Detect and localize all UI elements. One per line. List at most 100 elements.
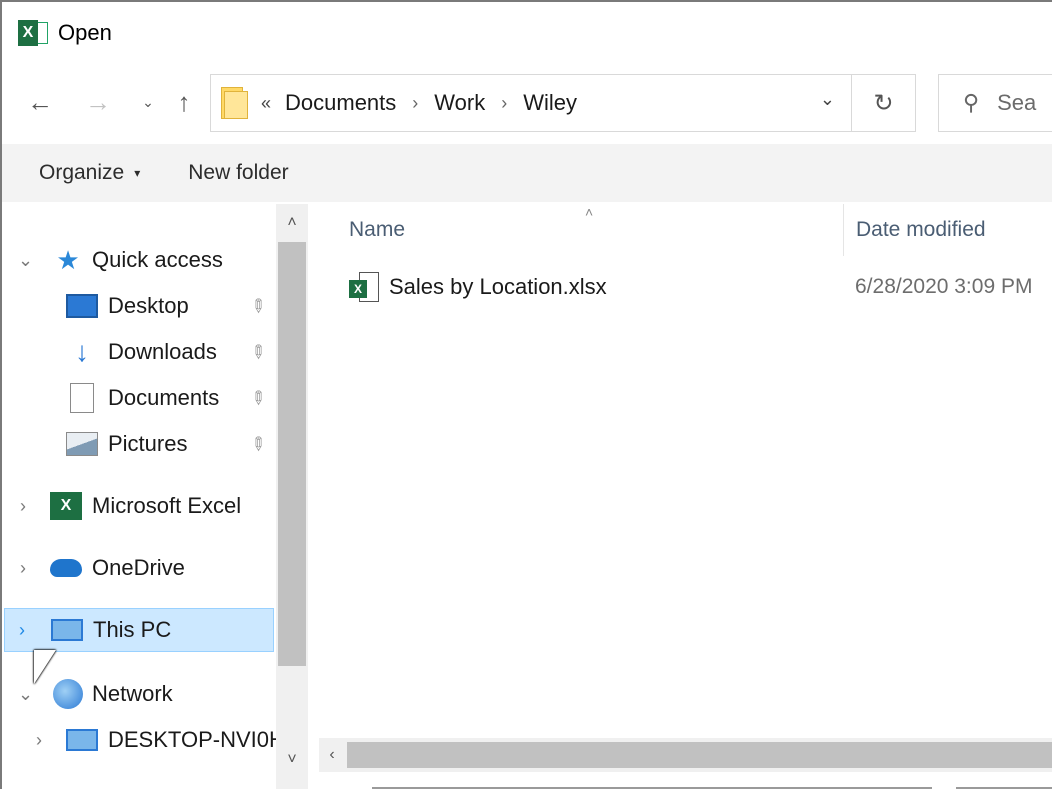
- excel-icon: X: [50, 490, 82, 522]
- sidebar-item-onedrive[interactable]: › OneDrive: [10, 546, 276, 590]
- sidebar-item-label: Quick access: [92, 247, 223, 272]
- star-icon: ★: [52, 244, 84, 276]
- up-button[interactable]: ↑: [166, 84, 202, 120]
- pin-icon: ✎: [245, 293, 271, 319]
- excel-file-icon: X: [349, 272, 379, 302]
- search-placeholder: Sea: [997, 90, 1037, 115]
- breadcrumb-overflow-button[interactable]: «: [261, 93, 271, 114]
- pictures-icon: [66, 428, 98, 460]
- sidebar-item-label: Documents: [108, 385, 220, 410]
- chevron-right-icon[interactable]: ›: [19, 620, 25, 641]
- pin-icon: ✎: [245, 339, 271, 365]
- breadcrumb-work[interactable]: Work: [434, 90, 485, 116]
- sidebar-item-label: Desktop: [108, 293, 189, 318]
- breadcrumb-separator-icon[interactable]: ›: [501, 93, 507, 114]
- excel-icon-badge: X: [18, 20, 38, 46]
- navigation-pane-scrollbar[interactable]: ˄ ˅: [276, 204, 308, 789]
- scroll-down-button[interactable]: ˅: [276, 747, 308, 773]
- file-name: Sales by Location.xlsx: [389, 274, 607, 299]
- address-row: ← → ⌄ ↑ « Documents › Work › Wiley ⌄ ↻ ⚲…: [2, 72, 1052, 132]
- folder-icon-front: [224, 91, 248, 119]
- excel-icon: X: [18, 18, 48, 48]
- up-arrow-icon: ↑: [177, 86, 191, 117]
- download-icon: ↓: [66, 336, 98, 368]
- desktop-shape: [66, 294, 98, 318]
- scroll-thumb[interactable]: [278, 242, 306, 666]
- forward-button[interactable]: →: [80, 84, 116, 120]
- chevron-right-icon[interactable]: ›: [36, 730, 42, 751]
- column-header-date-modified[interactable]: Date modified: [843, 204, 1052, 256]
- computer-icon: [66, 724, 98, 756]
- organize-label: Organize: [39, 161, 125, 184]
- desktop-icon: [66, 290, 98, 322]
- open-dialog: X Open ← → ⌄ ↑ « Documents › Work › Wile…: [0, 0, 1052, 789]
- sidebar-item-this-pc[interactable]: › This PC: [4, 608, 274, 652]
- sidebar-item-label: OneDrive: [92, 555, 185, 580]
- mouse-cursor-icon: [34, 650, 56, 684]
- sidebar-item-label: DESKTOP-NVI0H: [108, 727, 276, 752]
- chevron-down-icon: ⌄: [142, 93, 154, 110]
- file-list-horizontal-scrollbar[interactable]: ‹: [319, 738, 1052, 772]
- scroll-up-button[interactable]: ˄: [276, 210, 308, 236]
- address-bar[interactable]: « Documents › Work › Wiley ⌄: [210, 74, 852, 132]
- network-icon: [52, 678, 84, 710]
- cloud-shape: [50, 559, 82, 577]
- scroll-thumb[interactable]: [347, 742, 1052, 768]
- caret-down-icon: ▾: [134, 166, 141, 180]
- sidebar-item-label: Network: [92, 681, 173, 706]
- star-glyph: ★: [56, 244, 80, 275]
- sidebar-item-quick-access[interactable]: ⌄ ★ Quick access: [10, 238, 276, 282]
- title-bar: X Open: [2, 2, 1052, 64]
- file-list: ˄ Name Date modified X Sales by Location…: [309, 204, 1052, 789]
- back-arrow-icon: ←: [27, 86, 53, 117]
- new-folder-button[interactable]: New folder: [188, 161, 288, 185]
- search-input[interactable]: ⚲ Sea: [938, 74, 1052, 132]
- sidebar-item-label: Microsoft Excel: [92, 493, 242, 518]
- sidebar-item-desktop[interactable]: Desktop ✎: [10, 284, 276, 328]
- recent-locations-button[interactable]: ⌄: [130, 84, 166, 120]
- download-glyph: ↓: [75, 336, 89, 367]
- sidebar-item-downloads[interactable]: ↓ Downloads ✎: [10, 330, 276, 374]
- file-date-modified: 6/28/2020 3:09 PM: [855, 275, 1033, 298]
- breadcrumb-documents[interactable]: Documents: [285, 90, 396, 116]
- chevron-down-icon[interactable]: ⌄: [18, 250, 33, 271]
- navigation-pane: ⌄ ★ Quick access Desktop ✎ ↓ Downloads ✎…: [2, 204, 308, 789]
- document-shape: [70, 383, 94, 413]
- breadcrumb-separator-icon[interactable]: ›: [412, 93, 418, 114]
- sidebar-item-label: Downloads: [108, 339, 217, 364]
- command-bar: Organize ▾ New folder: [2, 144, 1052, 202]
- sidebar-item-desktop-nvi0h[interactable]: › DESKTOP-NVI0H: [10, 718, 276, 762]
- refresh-button[interactable]: ↻: [852, 74, 916, 132]
- back-button[interactable]: ←: [22, 84, 58, 120]
- pin-icon: ✎: [245, 431, 271, 457]
- address-dropdown-icon[interactable]: ⌄: [820, 89, 835, 110]
- organize-button[interactable]: Organize ▾: [39, 161, 140, 185]
- excel-badge: X: [50, 492, 82, 520]
- sidebar-item-label: Pictures: [108, 431, 188, 456]
- chevron-down-icon[interactable]: ⌄: [18, 684, 33, 705]
- breadcrumb-wiley[interactable]: Wiley: [523, 90, 577, 116]
- forward-arrow-icon: →: [85, 86, 111, 117]
- sidebar-item-pictures[interactable]: Pictures ✎: [10, 422, 276, 466]
- folder-icon: [221, 87, 249, 119]
- sidebar-item-microsoft-excel[interactable]: › X Microsoft Excel: [10, 484, 276, 528]
- computer-shape: [51, 619, 83, 641]
- new-folder-label: New folder: [188, 161, 289, 184]
- chevron-right-icon[interactable]: ›: [20, 558, 26, 579]
- refresh-icon: ↻: [873, 89, 894, 117]
- sidebar-item-label: This PC: [93, 617, 172, 642]
- search-icon: ⚲: [963, 90, 980, 115]
- sidebar-item-documents[interactable]: Documents ✎: [10, 376, 276, 420]
- pictures-shape: [66, 432, 98, 456]
- scroll-left-button[interactable]: ‹: [319, 738, 345, 772]
- file-row[interactable]: X Sales by Location.xlsx: [349, 268, 607, 306]
- cloud-icon: [50, 552, 82, 584]
- computer-icon: [51, 614, 83, 646]
- network-shape: [53, 679, 83, 709]
- computer-shape: [66, 729, 98, 751]
- excel-file-icon-badge: X: [349, 280, 367, 298]
- window-title: Open: [58, 20, 112, 45]
- column-header-name[interactable]: Name: [349, 204, 843, 256]
- pin-icon: ✎: [245, 385, 271, 411]
- chevron-right-icon[interactable]: ›: [20, 496, 26, 517]
